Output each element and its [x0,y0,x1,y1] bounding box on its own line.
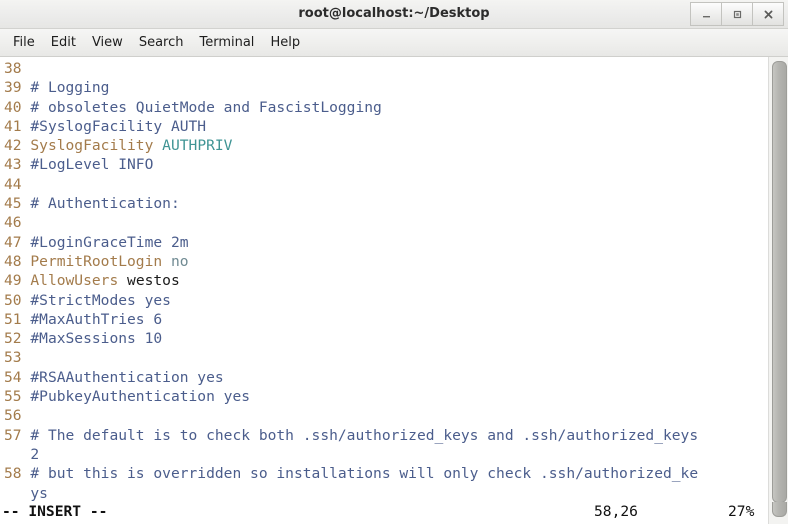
line-number: 49 [4,272,22,290]
line-number: 42 [4,137,22,155]
vim-mode-indicator: -- INSERT -- [2,503,108,520]
gutter-gap [22,407,31,424]
editor-line: 42 SyslogFacility AUTHPRIV [0,136,768,155]
code-segment: #StrictModes yes [30,291,171,309]
menu-item-edit[interactable]: Edit [43,33,84,52]
editor-line: 38 [0,59,768,78]
title-bar: root@localhost:~/Desktop [0,0,788,29]
line-number: 53 [4,349,22,367]
code-segment: PermitRootLogin [30,252,171,270]
editor-line: 57 # The default is to check both .ssh/a… [0,426,768,445]
maximize-icon [733,10,741,18]
window-title: root@localhost:~/Desktop [298,6,490,21]
editor-lines: 38 39 # Logging 40 # obsoletes QuietMode … [0,59,768,502]
line-number: 45 [4,195,22,213]
code-segment: SyslogFacility [30,137,163,155]
maximize-button[interactable] [721,2,753,26]
menu-bar: File Edit View Search Terminal Help [0,29,788,57]
line-number: 39 [4,79,22,97]
editor-line: 47 #LoginGraceTime 2m [0,233,768,252]
editor-line: 51 #MaxAuthTries 6 [0,310,768,329]
line-number: 46 [4,214,22,232]
editor-line: ys [0,484,768,502]
code-segment: # obsoletes QuietMode and FascistLogging [30,98,382,116]
menu-item-file[interactable]: File [5,33,43,52]
code-segment: #MaxSessions 10 [30,330,163,348]
line-number: 55 [4,388,22,406]
editor-line: 53 [0,348,768,367]
line-number: 40 [4,98,22,116]
editor-line: 46 [0,213,768,232]
code-segment: # Logging [30,79,110,97]
code-segment: no [170,252,189,270]
minimize-button[interactable] [690,2,722,26]
close-button[interactable] [752,2,784,26]
editor-line: 41 #SyslogFacility AUTH [0,117,768,136]
line-number: 50 [4,291,22,309]
editor-line: 50 #StrictModes yes [0,291,768,310]
line-number: 54 [4,368,22,386]
line-number: 58 [4,465,22,483]
terminal-window: root@localhost:~/Desktop File Edit View … [0,0,788,524]
line-number: 41 [4,117,22,135]
editor-line: 39 # Logging [0,78,768,97]
editor-line: 44 [0,175,768,194]
vertical-scrollbar[interactable] [768,57,788,502]
code-segment: #RSAAuthentication yes [30,368,224,386]
editor-line: 49 AllowUsers westos [0,271,768,290]
code-segment: #LogLevel INFO [30,156,154,174]
close-icon [764,10,772,18]
line-number: 38 [4,60,22,77]
code-segment: AllowUsers [30,272,128,290]
scrollbar-thumb-tail[interactable] [772,502,787,517]
editor-line: 45 # Authentication: [0,194,768,213]
editor-line: 52 #MaxSessions 10 [0,329,768,348]
gutter-gap [22,349,31,366]
line-number [4,446,22,463]
code-segment: # but this is overridden so installation… [30,465,699,483]
code-segment: # The default is to check both .ssh/auth… [30,426,699,444]
line-number: 47 [4,233,22,251]
menu-item-view[interactable]: View [84,33,131,52]
editor-line: 40 # obsoletes QuietMode and FascistLogg… [0,98,768,117]
code-segment: 2 [30,445,40,463]
gutter-gap [22,176,31,193]
minimize-icon [702,15,710,17]
code-segment: # Authentication: [30,195,180,213]
line-number: 56 [4,407,22,425]
code-segment: #MaxAuthTries 6 [30,310,163,328]
menu-item-terminal[interactable]: Terminal [191,33,262,52]
vim-status-bar: -- INSERT -- 58,26 27% [0,502,788,524]
terminal-content[interactable]: 38 39 # Logging 40 # obsoletes QuietMode … [0,57,788,502]
editor-line: 43 #LogLevel INFO [0,155,768,174]
menu-item-search[interactable]: Search [131,33,192,52]
gutter-gap [22,60,31,77]
code-segment: AUTHPRIV [162,137,233,155]
code-segment: westos [127,272,180,290]
editor-line: 55 #PubkeyAuthentication yes [0,387,768,406]
scroll-percent: 27% [728,503,755,520]
line-number [4,485,22,502]
editor-line: 54 #RSAAuthentication yes [0,368,768,387]
scrollbar-thumb[interactable] [772,61,787,502]
code-segment: #PubkeyAuthentication yes [30,388,251,406]
cursor-position: 58,26 [594,503,638,520]
line-number: 57 [4,426,22,444]
line-number: 51 [4,310,22,328]
line-number: 52 [4,330,22,348]
editor-line: 2 [0,445,768,464]
gutter-gap [22,214,31,231]
menu-item-help[interactable]: Help [262,33,308,52]
code-segment: #LoginGraceTime 2m [30,233,189,251]
scrollbar-footer[interactable] [768,502,788,524]
line-number: 48 [4,252,22,270]
code-segment: #SyslogFacility AUTH [30,117,207,135]
editor-line: 56 [0,406,768,425]
code-segment: ys [30,484,48,502]
line-number: 43 [4,156,22,174]
line-number: 44 [4,175,22,193]
window-controls [690,2,784,26]
editor-line: 58 # but this is overridden so installat… [0,464,768,483]
editor-line: 48 PermitRootLogin no [0,252,768,271]
